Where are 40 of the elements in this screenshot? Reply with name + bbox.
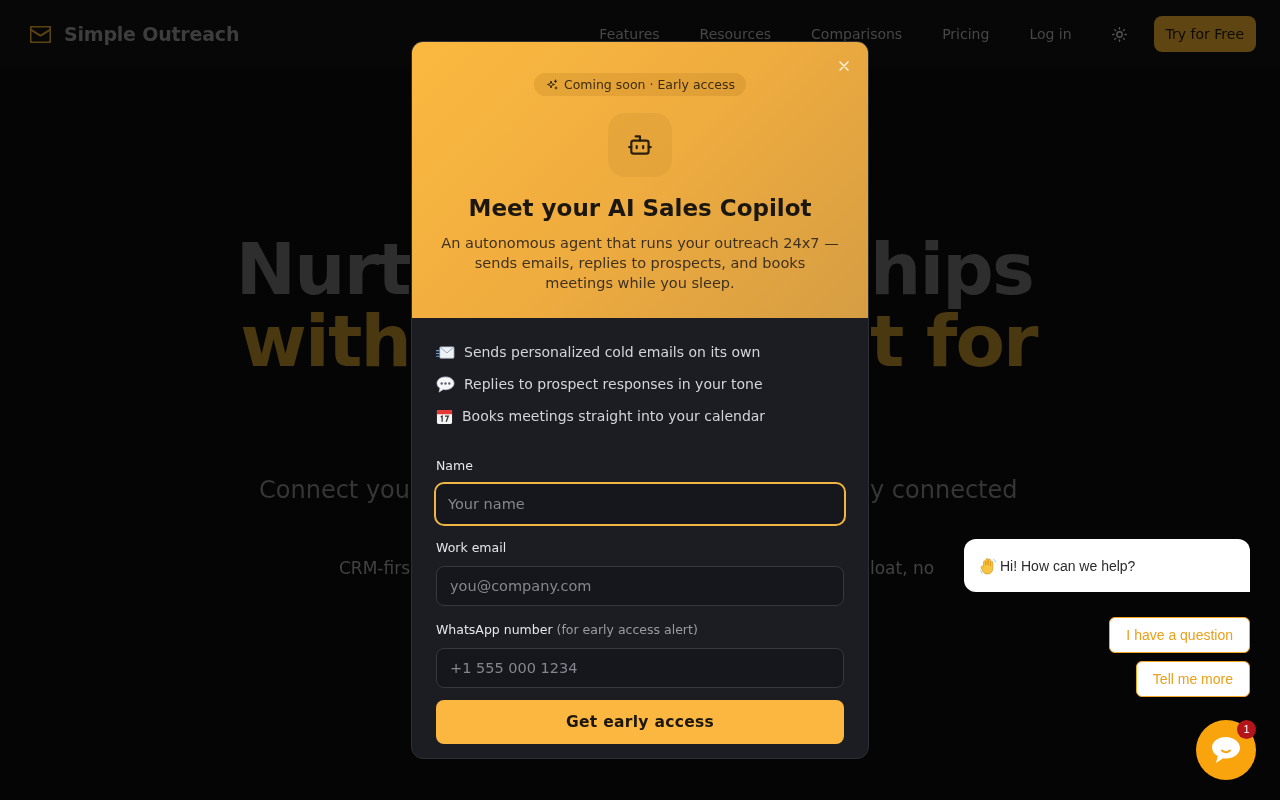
dialog-title: Meet your AI Sales Copilot [468, 194, 812, 223]
speech-bubble-icon [436, 375, 455, 393]
field-label: Work email [436, 539, 507, 557]
dialog-description: An autonomous agent that runs your outreach 24x7 — sends emails, replies to prospects, and books meetings while you sleep. [440, 234, 840, 293]
close-icon [839, 61, 849, 71]
feature-text: Sends personalized cold emails on its own [464, 344, 761, 360]
unread-count-badge: 1 [1237, 720, 1256, 739]
chat-bubble-icon [1211, 736, 1241, 764]
nav-link[interactable]: Log in [1029, 26, 1072, 42]
try-free-button[interactable]: Try for Free [1153, 16, 1256, 52]
badge-text: Coming soon · Early access [563, 77, 736, 92]
field-label: Name [436, 457, 473, 475]
nav-link[interactable]: Pricing [942, 26, 990, 42]
feature-text: Replies to prospect responses in your tone [464, 376, 763, 392]
feature-text: Books meetings straight into your calendar [462, 408, 766, 424]
chat-launcher-button[interactable]: 1 [1196, 720, 1256, 780]
nav-link[interactable]: Resources [699, 26, 772, 42]
nav-link[interactable]: Features [599, 26, 660, 42]
close-button[interactable] [837, 59, 851, 73]
robot-icon [608, 113, 672, 177]
sun-icon[interactable] [1111, 26, 1127, 42]
get-early-access-button[interactable]: Get early access [436, 700, 844, 744]
sparkle-icon [545, 78, 558, 91]
field-hint: (for early access alert) [556, 621, 698, 639]
tagline-text: loat, no [870, 557, 935, 580]
quick-reply-button[interactable]: I have a question [1109, 617, 1250, 653]
mail-icon [30, 25, 51, 43]
input-field[interactable]: +1 555 000 1234 [436, 648, 844, 688]
input-field[interactable]: Your name [434, 482, 846, 526]
envelope-icon [436, 344, 455, 360]
quick-reply-button[interactable]: Tell me more [1135, 661, 1250, 697]
calendar-icon [436, 407, 453, 425]
nav-link[interactable]: Comparisons [811, 26, 903, 42]
input-field[interactable]: you@company.com [436, 566, 844, 606]
waving-hand-icon [980, 556, 996, 575]
field-label: WhatsApp number [436, 621, 553, 639]
tagline-text: CRM-firs [338, 557, 410, 580]
headline-text: with [240, 305, 410, 377]
greeting-text: Hi! How can we help? [1000, 557, 1136, 574]
headline-text: t for [870, 305, 1037, 377]
